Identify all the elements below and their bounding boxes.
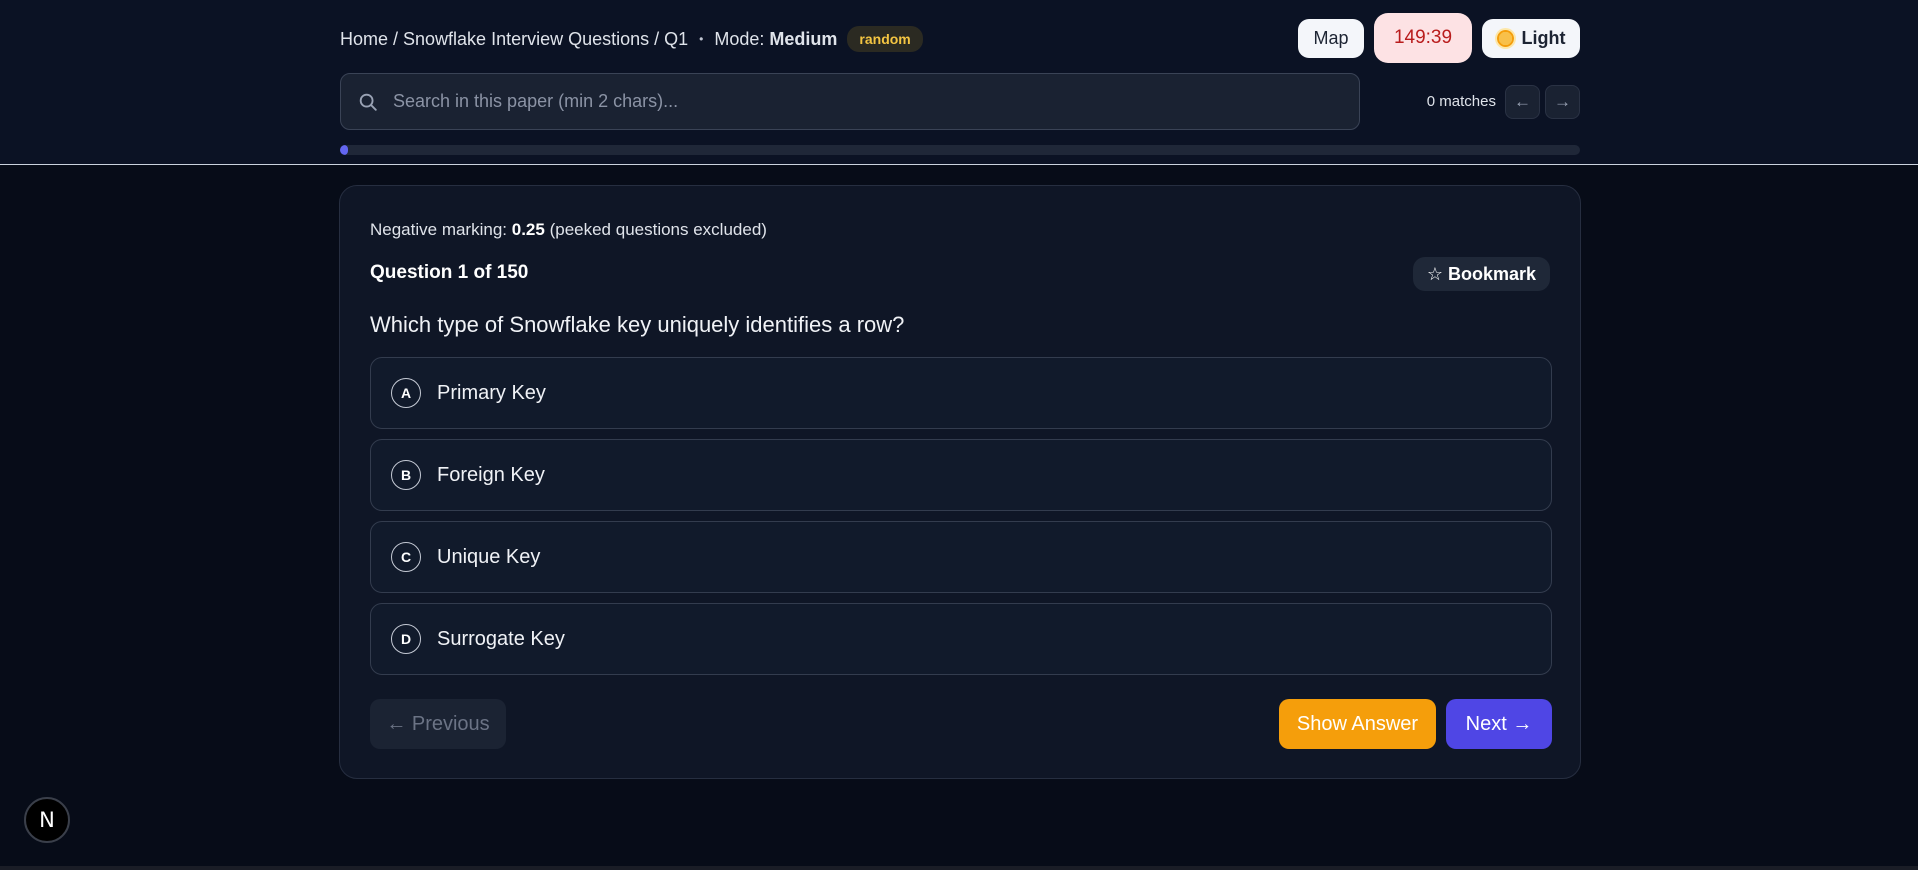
option-text: Surrogate Key bbox=[437, 627, 565, 650]
theme-label: Light bbox=[1521, 28, 1566, 48]
question-text: Which type of Snowflake key uniquely ide… bbox=[370, 312, 905, 337]
option-letter: C bbox=[391, 542, 421, 572]
show-answer-button[interactable]: Show Answer bbox=[1279, 699, 1436, 749]
negative-marking-note: Negative marking: 0.25 (peeked questions… bbox=[370, 220, 767, 240]
map-button[interactable]: Map bbox=[1298, 19, 1364, 58]
search-icon bbox=[359, 93, 377, 111]
question-card: Negative marking: 0.25 (peeked questions… bbox=[339, 185, 1581, 779]
previous-question-button[interactable]: ← Previous bbox=[370, 699, 506, 749]
negative-marking-label: Negative marking: bbox=[370, 220, 508, 239]
option-d[interactable]: D Surrogate Key bbox=[370, 603, 1552, 675]
option-letter: D bbox=[391, 624, 421, 654]
next-match-button[interactable]: → bbox=[1545, 85, 1580, 119]
option-letter: B bbox=[391, 460, 421, 490]
sun-icon bbox=[1496, 30, 1514, 47]
question-counter: Question 1 of 150 bbox=[370, 262, 529, 283]
top-bar: Home / Snowflake Interview Questions / Q… bbox=[0, 0, 1918, 165]
match-count: 0 matches bbox=[1426, 93, 1496, 110]
search-box bbox=[340, 73, 1360, 130]
option-a[interactable]: A Primary Key bbox=[370, 357, 1552, 429]
bookmark-button[interactable]: ☆ Bookmark bbox=[1412, 257, 1550, 291]
search-input[interactable] bbox=[393, 91, 1359, 112]
negative-marking-value: 0.25 bbox=[511, 220, 545, 239]
progress-bar bbox=[340, 145, 1580, 155]
progress-fill bbox=[340, 145, 349, 155]
bottom-edge bbox=[0, 866, 1918, 870]
negative-marking-suffix: (peeked questions excluded) bbox=[549, 220, 767, 239]
mode-value: Medium bbox=[769, 28, 838, 49]
option-b[interactable]: B Foreign Key bbox=[370, 439, 1552, 511]
mode-label: Mode: bbox=[714, 28, 765, 49]
previous-match-button[interactable]: ← bbox=[1505, 85, 1540, 119]
theme-toggle-button[interactable]: Light bbox=[1482, 19, 1580, 58]
option-text: Unique Key bbox=[437, 545, 541, 568]
timer-display: 149:39 bbox=[1374, 13, 1472, 63]
option-text: Foreign Key bbox=[437, 463, 545, 486]
options-list: A Primary Key B Foreign Key C Unique Key… bbox=[370, 357, 1552, 685]
option-letter: A bbox=[391, 378, 421, 408]
dev-tools-logo-icon[interactable]: N bbox=[24, 797, 70, 843]
option-text: Primary Key bbox=[437, 381, 546, 404]
separator-dot: • bbox=[699, 32, 704, 46]
option-c[interactable]: C Unique Key bbox=[370, 521, 1552, 593]
mode-badge: random bbox=[847, 26, 923, 52]
breadcrumb: Home / Snowflake Interview Questions / Q… bbox=[340, 26, 923, 52]
next-question-button[interactable]: Next → bbox=[1446, 699, 1552, 749]
breadcrumb-path[interactable]: Home / Snowflake Interview Questions / Q… bbox=[340, 29, 688, 50]
